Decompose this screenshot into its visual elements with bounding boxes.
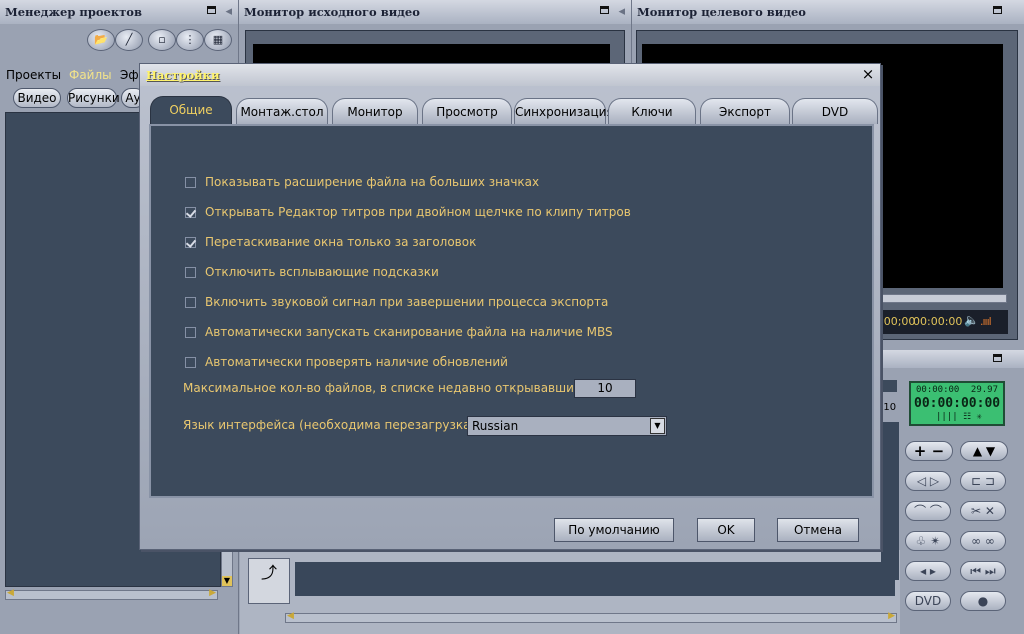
tab-preview[interactable]: Просмотр bbox=[422, 98, 512, 124]
project-manager-title: Менеджер проектов ◂ bbox=[0, 0, 238, 24]
dialog-title: Настройки bbox=[146, 68, 220, 82]
checkbox-checked[interactable] bbox=[185, 236, 196, 248]
tab-dvd[interactable]: DVD bbox=[792, 98, 878, 124]
dialog-title-bar[interactable]: Настройки × bbox=[140, 64, 880, 86]
record-button[interactable]: ● bbox=[960, 591, 1006, 611]
speaker-icon[interactable]: 🔈 bbox=[964, 313, 979, 327]
tab-timeline[interactable]: Монтаж.стол bbox=[236, 98, 328, 124]
max-files-label: Максимальное кол-во файлов, в списке нед… bbox=[183, 381, 603, 395]
chevron-down-icon[interactable]: ▼ bbox=[650, 418, 665, 434]
cancel-button[interactable]: Отмена bbox=[777, 518, 859, 542]
target-scrub-bar[interactable] bbox=[880, 294, 1007, 303]
pen-tool-button[interactable]: ╱ bbox=[115, 29, 143, 51]
checkbox-checked[interactable] bbox=[185, 206, 196, 218]
timecode-display: 00:00:00 29.97 00:00:00:00 |||| ☷ ✳ bbox=[909, 381, 1005, 426]
tab-projects[interactable]: Проекты bbox=[6, 65, 61, 85]
open-folder-button[interactable]: 📂 bbox=[87, 29, 115, 51]
zoom-plus-minus-button[interactable]: + − bbox=[905, 441, 953, 461]
option-show-extension[interactable]: Показывать расширение файла на больших з… bbox=[185, 174, 539, 190]
language-label: Язык интерфейса (необходима перезагрузка… bbox=[183, 418, 480, 432]
ok-button[interactable]: OK bbox=[697, 518, 755, 542]
tab-general[interactable]: Общие bbox=[150, 96, 232, 126]
timeline-ruler-label: :10 bbox=[880, 402, 897, 413]
checkbox[interactable] bbox=[185, 296, 196, 308]
scroll-left-icon[interactable]: ◀ bbox=[287, 611, 294, 621]
maximize-icon[interactable] bbox=[993, 6, 1002, 14]
close-icon[interactable]: × bbox=[859, 65, 877, 83]
option-check-updates[interactable]: Автоматически проверять наличие обновлен… bbox=[185, 354, 508, 370]
option-open-title-editor[interactable]: Открывать Редактор титров при двойном ще… bbox=[185, 204, 631, 220]
subtab-video[interactable]: Видео bbox=[13, 88, 61, 108]
maximize-icon[interactable] bbox=[600, 6, 609, 14]
checkbox[interactable] bbox=[185, 356, 196, 368]
source-monitor-title: Монитор исходного видео ◂ bbox=[239, 0, 631, 24]
volume-level-icon[interactable]: .ıııl bbox=[980, 315, 992, 328]
option-disable-tooltips[interactable]: Отключить всплывающие подсказки bbox=[185, 264, 439, 280]
scroll-right-icon[interactable]: ▶ bbox=[209, 588, 216, 598]
option-drag-by-title[interactable]: Перетаскивание окна только за заголовок bbox=[185, 234, 476, 250]
effects-button[interactable]: ♧ ✴ bbox=[905, 531, 951, 551]
view-mode-button[interactable]: ▫ bbox=[148, 29, 176, 51]
scroll-down-icon[interactable]: ▼ bbox=[222, 576, 232, 586]
checkbox[interactable] bbox=[185, 266, 196, 278]
panel-splitter-icon: ◂ bbox=[618, 4, 625, 19]
scroll-right-icon[interactable]: ▶ bbox=[888, 611, 895, 621]
main-timecode: 00:00:00:00 bbox=[914, 396, 1001, 411]
tab-keys[interactable]: Ключи bbox=[608, 98, 696, 124]
timeline-scrollbar[interactable]: ◀ ▶ bbox=[285, 611, 897, 623]
option-mbs-scan[interactable]: Автоматически запускать сканирование фай… bbox=[185, 324, 613, 340]
tab-monitor[interactable]: Монитор bbox=[332, 98, 418, 124]
target-timecode-left: :00;00 bbox=[880, 315, 916, 328]
option-export-sound[interactable]: Включить звуковой сигнал при завершении … bbox=[185, 294, 608, 310]
prev-next-button[interactable]: ◁ ▷ bbox=[905, 471, 951, 491]
track-tool-icon[interactable]: ⤴ bbox=[248, 558, 290, 604]
mark-in-out-button[interactable]: ⊏ ⊐ bbox=[960, 471, 1006, 491]
timecode-indicator-icons: |||| ☷ ✳ bbox=[936, 412, 982, 422]
link-button[interactable]: ∞ ∞ bbox=[960, 531, 1006, 551]
target-monitor-title: Монитор целевого видео bbox=[632, 0, 1024, 24]
skip-button[interactable]: ⏮ ⏭ bbox=[960, 561, 1006, 581]
tab-sync[interactable]: Синхронизация bbox=[514, 98, 614, 124]
panel-splitter-icon: ◂ bbox=[225, 4, 232, 19]
subtab-images[interactable]: Рисунки bbox=[67, 88, 120, 108]
max-files-input[interactable]: 10 bbox=[574, 379, 636, 398]
horizontal-scrollbar[interactable]: ◀ ▶ bbox=[5, 588, 218, 600]
rewind-forward-button[interactable]: ◂ ▸ bbox=[905, 561, 951, 581]
language-select[interactable]: Russian ▼ bbox=[467, 416, 667, 436]
target-status-bar: :00;00 00:00:00 🔈 .ıııl bbox=[880, 310, 1008, 334]
general-settings-pane: Показывать расширение файла на больших з… bbox=[149, 124, 874, 498]
settings-dialog: Настройки × Общие Монтаж.стол Монитор Пр… bbox=[139, 63, 881, 550]
timeline-ruler-bar bbox=[880, 380, 897, 392]
undo-redo-button[interactable]: ⌒ ⌒ bbox=[905, 501, 951, 521]
cut-button[interactable]: ✂ ✕ bbox=[960, 501, 1006, 521]
tab-files[interactable]: Файлы bbox=[69, 65, 112, 85]
checkbox[interactable] bbox=[185, 326, 196, 338]
scroll-left-icon[interactable]: ◀ bbox=[7, 588, 14, 598]
checkbox[interactable] bbox=[185, 176, 196, 188]
timeline-track[interactable] bbox=[295, 562, 895, 596]
timeline-right-tracks bbox=[881, 422, 899, 580]
maximize-icon[interactable] bbox=[207, 6, 216, 14]
target-timecode-right: 00:00:00 bbox=[913, 315, 963, 328]
tab-export[interactable]: Экспорт bbox=[700, 98, 790, 124]
dvd-button[interactable]: DVD bbox=[905, 591, 951, 611]
up-down-button[interactable]: ▲ ▼ bbox=[960, 441, 1008, 461]
default-button[interactable]: По умолчанию bbox=[554, 518, 674, 542]
grid-view-button[interactable]: ▦ bbox=[204, 29, 232, 51]
maximize-icon[interactable] bbox=[993, 354, 1002, 362]
timeline-area[interactable]: ⤴ ◀ ▶ bbox=[240, 550, 900, 634]
tree-view-button[interactable]: ⋮ bbox=[176, 29, 204, 51]
